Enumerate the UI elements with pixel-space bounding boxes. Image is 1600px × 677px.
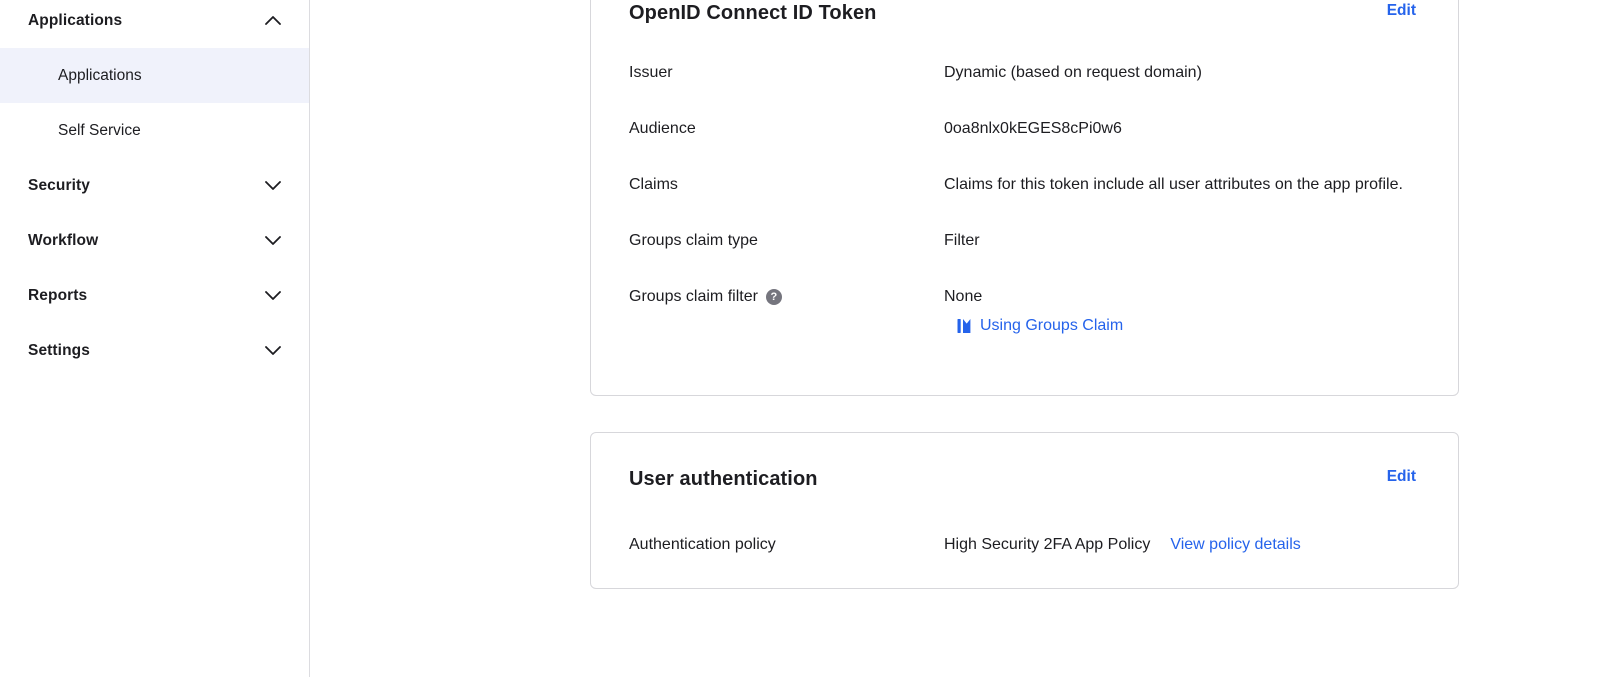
sidebar-nav: Applications Applications Self Service S… [0,0,309,378]
sidebar-item-label: Self Service [58,121,141,139]
sidebar-item-self-service[interactable]: Self Service [0,103,309,158]
field-value: Filter [944,232,980,249]
chevron-down-icon [265,291,281,300]
chevron-down-icon [265,346,281,355]
user-authentication-card: User authentication Edit Authentication … [590,432,1459,589]
card-title: User authentication [629,468,818,490]
sidebar-section-applications[interactable]: Applications [0,0,309,48]
sidebar-section-label: Settings [28,341,90,359]
sidebar-section-workflow[interactable]: Workflow [0,213,309,268]
field-value: High Security 2FA App Policy [944,536,1151,553]
help-icon[interactable]: ? [765,289,782,305]
field-row-audience: Audience 0oa8nlx0kEGES8cPi0w6 [629,120,1416,138]
sidebar-section-label: Security [28,176,90,194]
sidebar-section-label: Reports [28,286,88,304]
card-title: OpenID Connect ID Token [629,2,877,24]
edit-user-authentication-button[interactable]: Edit [1387,467,1416,486]
card-header: OpenID Connect ID Token Edit [629,1,1416,25]
field-value: Dynamic (based on request domain) [944,64,1202,81]
chevron-up-icon [265,16,281,25]
using-groups-claim-link[interactable]: Using Groups Claim [957,317,1123,335]
field-row-claims: Claims Claims for this token include all… [629,176,1416,194]
field-label: Groups claim filter ? [629,288,944,306]
sidebar-item-applications[interactable]: Applications [0,48,309,103]
sidebar-section-label: Workflow [28,231,99,249]
book-icon [957,319,971,333]
field-value: Claims for this token include all user a… [944,176,1403,193]
view-policy-details-link[interactable]: View policy details [1170,536,1300,553]
field-label: Claims [629,176,678,193]
field-label: Issuer [629,64,673,81]
field-value-group: None Using Groups Claim [944,288,1123,335]
field-label: Audience [629,120,696,137]
edit-oidc-button[interactable]: Edit [1387,1,1416,20]
field-value-group: High Security 2FA App Policy View policy … [944,536,1301,554]
card-header: User authentication Edit [629,467,1416,491]
field-label: Groups claim type [629,232,758,249]
sidebar-section-security[interactable]: Security [0,158,309,213]
field-label: Authentication policy [629,536,776,553]
field-row-groups-claim-type: Groups claim type Filter [629,232,1416,250]
main-content: OpenID Connect ID Token Edit Issuer Dyna… [310,0,1600,677]
sidebar-section-settings[interactable]: Settings [0,323,309,378]
field-value: 0oa8nlx0kEGES8cPi0w6 [944,120,1122,137]
doc-link-label: Using Groups Claim [980,317,1124,334]
sidebar: Applications Applications Self Service S… [0,0,310,677]
field-value: None [944,288,983,305]
field-row-issuer: Issuer Dynamic (based on request domain) [629,64,1416,82]
sidebar-section-label: Applications [28,11,123,29]
field-row-groups-claim-filter: Groups claim filter ? None Using Groups … [629,288,1416,335]
sidebar-item-label: Applications [58,66,142,84]
chevron-down-icon [265,236,281,245]
field-row-authentication-policy: Authentication policy High Security 2FA … [629,536,1416,554]
sidebar-section-reports[interactable]: Reports [0,268,309,323]
oidc-id-token-card: OpenID Connect ID Token Edit Issuer Dyna… [590,0,1459,396]
chevron-down-icon [265,181,281,190]
